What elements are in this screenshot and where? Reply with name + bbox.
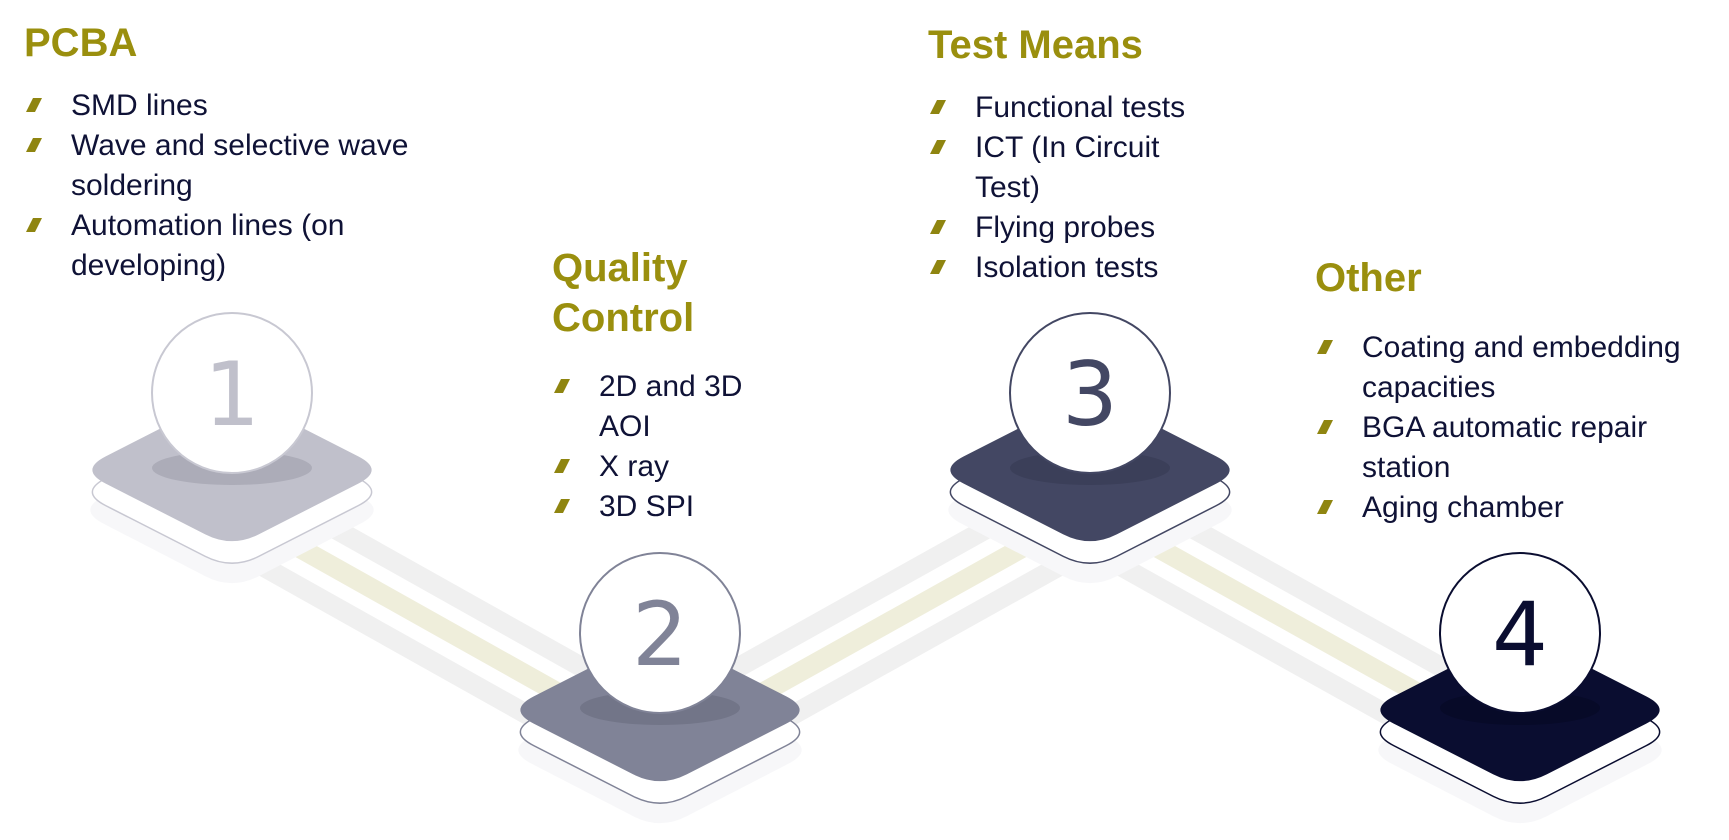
step-1-platform: 1: [90, 312, 374, 584]
list-item: SMD lines: [24, 86, 444, 126]
step-3-items: Functional tests ICT (In Circuit Test) Fly…: [928, 88, 1198, 288]
bullet-icon: [26, 138, 42, 152]
bullet-icon: [930, 220, 946, 234]
step-1-description: PCBA SMD lines Wave and selective wave so…: [24, 18, 444, 286]
step-4-platform: 4: [1378, 552, 1662, 824]
step-2-number: 2: [632, 583, 688, 686]
list-item: 3D SPI: [552, 487, 792, 527]
step-4-description: Other Coating and embedding capacities BG…: [1315, 253, 1729, 528]
list-item-text: 3D SPI: [599, 490, 695, 523]
list-item: Automation lines (on developing): [24, 206, 444, 286]
list-item-text: Wave and selective wave soldering: [71, 129, 409, 202]
step-4-number: 4: [1492, 583, 1548, 686]
bullet-icon: [26, 218, 42, 232]
list-item: Isolation tests: [928, 248, 1198, 288]
list-item: ICT (In Circuit Test): [928, 128, 1198, 208]
step-2-description: Quality Control 2D and 3D AOI X ray 3D SPI: [552, 243, 792, 527]
step-3-description: Test Means Functional tests ICT (In Circu…: [928, 20, 1228, 288]
list-item-text: 2D and 3D AOI: [599, 370, 743, 443]
step-2-title: Quality Control: [552, 246, 695, 340]
step-2-platform: 2: [518, 552, 802, 824]
bullet-icon: [554, 459, 570, 473]
list-item-text: Isolation tests: [975, 251, 1159, 284]
bullet-icon: [26, 98, 42, 112]
step-1-items: SMD lines Wave and selective wave solderi…: [24, 86, 444, 286]
list-item-text: Automation lines (on developing): [71, 209, 345, 282]
list-item: Coating and embedding capacities: [1315, 328, 1729, 408]
list-item-text: X ray: [599, 450, 670, 483]
bullet-icon: [930, 260, 946, 274]
list-item: Flying probes: [928, 208, 1198, 248]
list-item-text: BGA automatic repair station: [1362, 411, 1648, 484]
list-item: X ray: [552, 447, 792, 487]
list-item: Aging chamber: [1315, 488, 1729, 528]
step-1-title: PCBA: [24, 21, 138, 65]
step-1-number: 1: [204, 343, 260, 446]
list-item-text: ICT (In Circuit Test): [975, 131, 1160, 204]
list-item: 2D and 3D AOI: [552, 367, 792, 447]
bullet-icon: [554, 499, 570, 513]
list-item-text: SMD lines: [71, 89, 208, 122]
list-item: Functional tests: [928, 88, 1198, 128]
step-3-title: Test Means: [928, 23, 1143, 67]
step-3-number: 3: [1062, 343, 1118, 446]
bullet-icon: [554, 379, 570, 393]
list-item: BGA automatic repair station: [1315, 408, 1729, 488]
step-2-items: 2D and 3D AOI X ray 3D SPI: [552, 367, 792, 527]
bullet-icon: [1317, 340, 1333, 354]
list-item-text: Aging chamber: [1362, 491, 1564, 524]
list-item-text: Flying probes: [975, 211, 1156, 244]
step-4-title: Other: [1315, 256, 1422, 300]
bullet-icon: [1317, 420, 1333, 434]
bullet-icon: [1317, 500, 1333, 514]
list-item-text: Coating and embedding capacities: [1362, 331, 1681, 404]
bullet-icon: [930, 140, 946, 154]
step-4-items: Coating and embedding capacities BGA auto…: [1315, 328, 1729, 528]
list-item-text: Functional tests: [975, 91, 1186, 124]
bullet-icon: [930, 100, 946, 114]
step-3-platform: 3: [948, 312, 1232, 584]
list-item: Wave and selective wave soldering: [24, 126, 444, 206]
